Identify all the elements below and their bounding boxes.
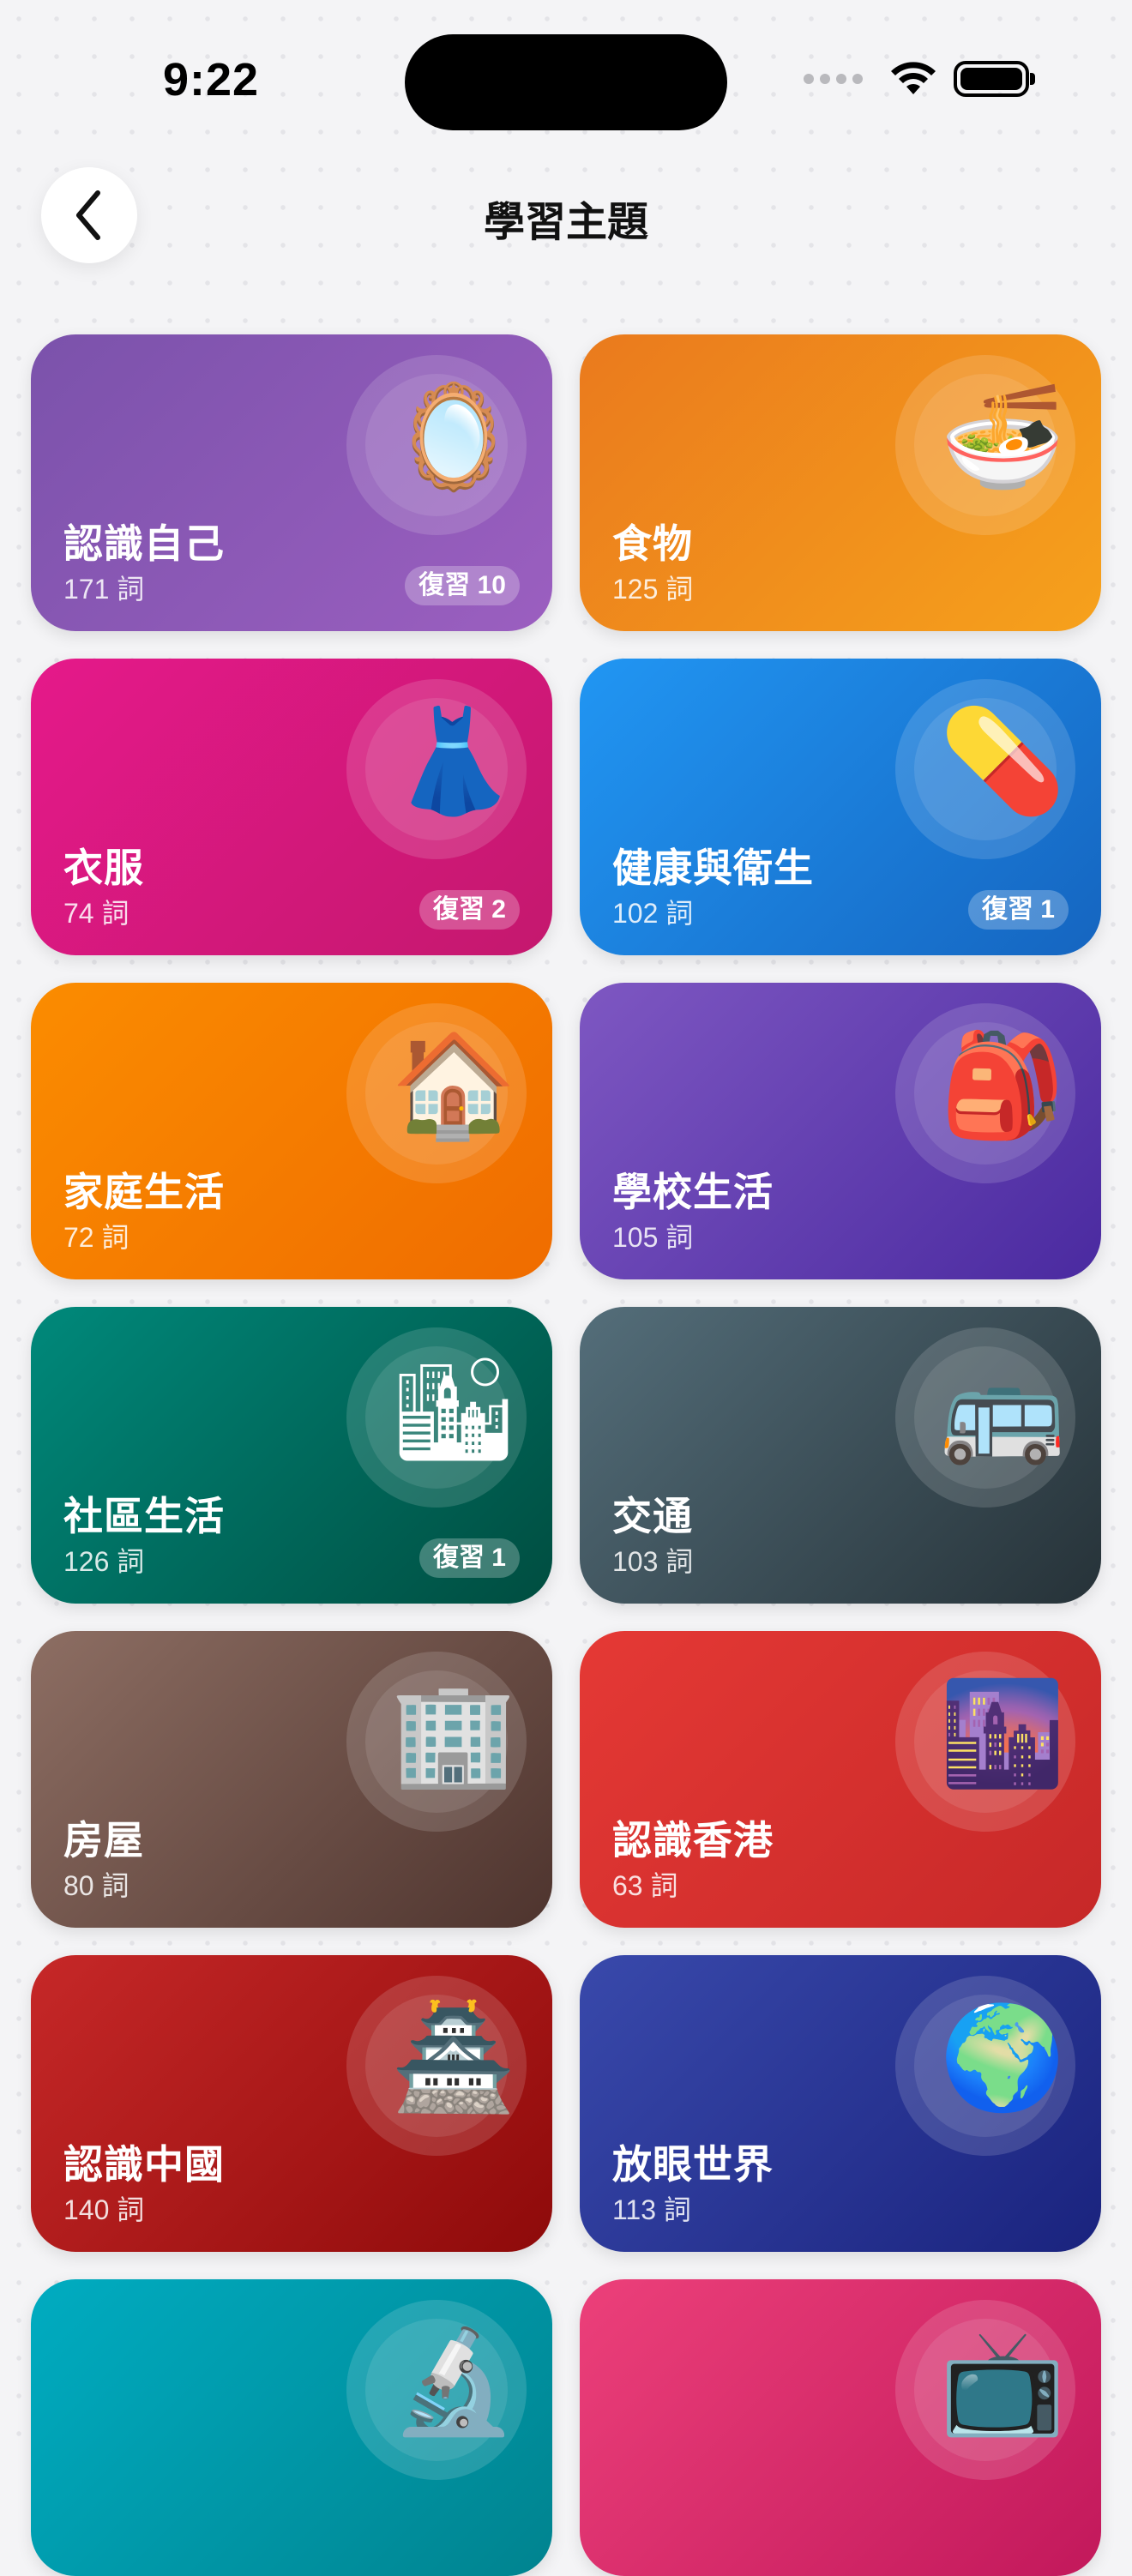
topic-card[interactable]: 🪞 認識自己 171 詞 復習 10	[31, 334, 552, 631]
word-count: 103 詞	[612, 1546, 694, 1577]
word-count: 63 詞	[612, 1870, 678, 1901]
topic-card[interactable]: 🏢 房屋 80 詞	[31, 1631, 552, 1928]
word-count: 102 詞	[612, 898, 694, 929]
navigation-bar: 學習主題	[0, 167, 1132, 270]
topic-card[interactable]: 📺	[580, 2279, 1101, 2576]
topic-grid: 🪞 認識自己 171 詞 復習 10 🍜 食物 125 詞 👗 衣服 74 詞 復習 2 💊 健康與衛生…	[31, 334, 1101, 2576]
topic-name: 社區生活	[63, 1494, 225, 1538]
castle-icon: 🏯	[390, 1998, 517, 2116]
topic-name: 衣服	[63, 846, 144, 890]
review-badge[interactable]: 復習 1	[418, 1538, 520, 1578]
dress-icon: 👗	[390, 701, 517, 820]
topic-card[interactable]: 💊 健康與衛生 102 詞 復習 1	[580, 659, 1101, 955]
backpack-icon: 🎒	[939, 1026, 1066, 1144]
page-title: 學習主題	[483, 200, 648, 245]
wifi-icon	[891, 62, 936, 94]
topic-card[interactable]: 🍜 食物 125 詞	[580, 334, 1101, 631]
review-badge[interactable]: 復習 2	[418, 890, 520, 930]
word-count: 113 詞	[612, 2194, 691, 2225]
topic-name: 健康與衛生	[612, 846, 814, 890]
pill-icon: 💊	[939, 701, 1066, 820]
status-icons	[804, 60, 1035, 98]
word-count: 140 詞	[63, 2194, 145, 2225]
dynamic-island	[405, 34, 727, 130]
microscope-icon: 🔬	[390, 2322, 517, 2441]
status-bar: 9:22	[0, 0, 1132, 146]
topic-name: 家庭生活	[63, 1170, 225, 1214]
word-count: 126 詞	[63, 1546, 145, 1577]
house-icon: 🏠	[390, 1026, 517, 1144]
topic-name: 交通	[612, 1494, 693, 1538]
office-building-icon: 🏢	[390, 1674, 517, 1792]
word-count: 171 詞	[63, 574, 145, 605]
topic-name: 學校生活	[612, 1170, 774, 1214]
topic-name: 食物	[612, 521, 693, 566]
topic-card[interactable]: 🔬	[31, 2279, 552, 2576]
city-dusk-icon: 🌆	[939, 1674, 1066, 1792]
word-count: 125 詞	[612, 574, 694, 605]
noodle-bowl-icon: 🍜	[939, 377, 1066, 496]
review-badge[interactable]: 復習 1	[967, 890, 1069, 930]
topic-name: 放眼世界	[612, 2142, 774, 2187]
television-icon: 📺	[939, 2322, 1066, 2441]
word-count: 74 詞	[63, 898, 129, 929]
status-time: 9:22	[163, 54, 260, 105]
mirror-icon: 🪞	[390, 377, 517, 496]
word-count: 105 詞	[612, 1222, 694, 1253]
topic-name: 認識香港	[612, 1818, 774, 1863]
topic-name: 認識自己	[63, 521, 225, 566]
topic-card[interactable]: 🎒 學校生活 105 詞	[580, 983, 1101, 1279]
topic-name: 認識中國	[63, 2142, 225, 2187]
globe-icon: 🌍	[939, 1998, 1066, 2116]
bus-icon: 🚌	[939, 1350, 1066, 1468]
topic-card[interactable]: 🏯 認識中國 140 詞	[31, 1955, 552, 2252]
cityscape-icon: 🏙	[389, 1350, 518, 1468]
word-count: 80 詞	[63, 1870, 129, 1901]
cellular-signal-icon	[804, 74, 863, 84]
topic-name: 房屋	[63, 1818, 144, 1863]
topic-card[interactable]: 🚌 交通 103 詞	[580, 1307, 1101, 1604]
review-badge[interactable]: 復習 10	[405, 566, 520, 605]
topic-card[interactable]: 👗 衣服 74 詞 復習 2	[31, 659, 552, 955]
topic-card[interactable]: 🌍 放眼世界 113 詞	[580, 1955, 1101, 2252]
word-count: 72 詞	[63, 1222, 129, 1253]
topic-card[interactable]: 🏠 家庭生活 72 詞	[31, 983, 552, 1279]
topic-card[interactable]: 🏙 社區生活 126 詞 復習 1	[31, 1307, 552, 1604]
topic-card[interactable]: 🌆 認識香港 63 詞	[580, 1631, 1101, 1928]
battery-icon	[954, 61, 1035, 97]
